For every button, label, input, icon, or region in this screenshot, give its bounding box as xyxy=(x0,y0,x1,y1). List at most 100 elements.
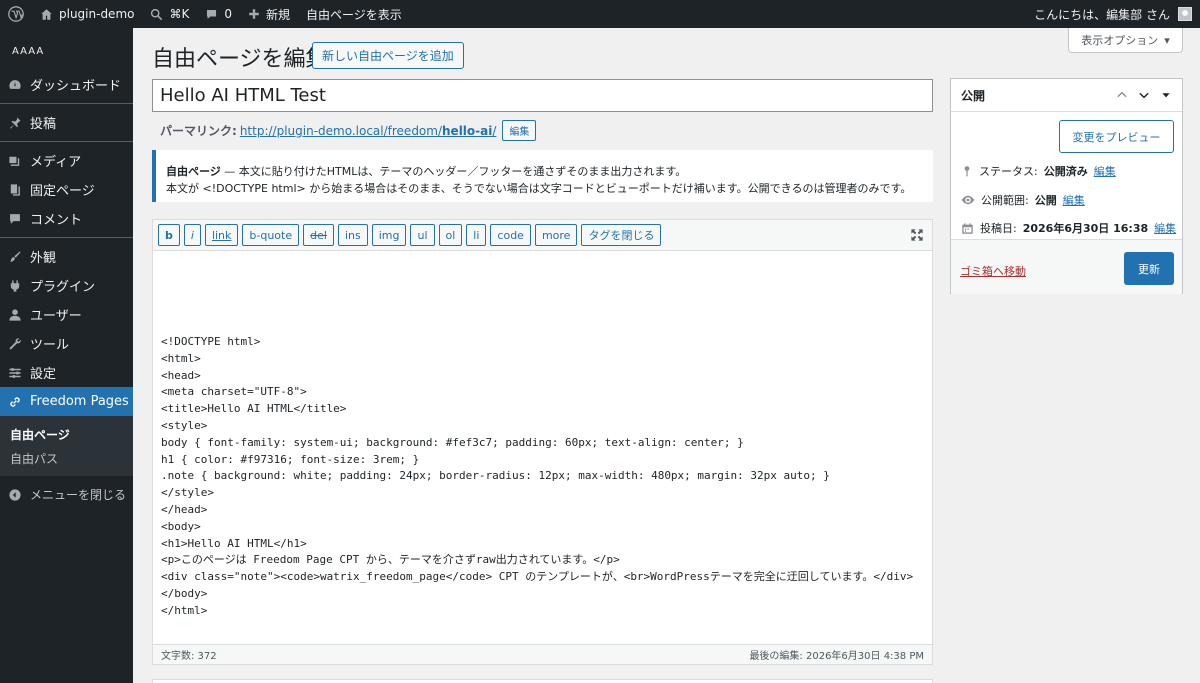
site-name: plugin-demo xyxy=(59,7,135,21)
qt-img-button[interactable]: img xyxy=(371,224,407,246)
search-icon xyxy=(151,8,163,20)
qt-blockquote-button[interactable]: b-quote xyxy=(242,224,300,246)
menu-tools[interactable]: ツール xyxy=(0,329,133,358)
page-title: 自由ページを編集 xyxy=(152,47,328,72)
move-to-trash-link[interactable]: ゴミ箱へ移動 xyxy=(960,263,1026,279)
new-content-link[interactable]: 新規 xyxy=(240,0,298,28)
notice-line-2: 本文が <!DOCTYPE html> から始まる場合はそのまま、そうでない場合… xyxy=(166,182,912,195)
menu-users[interactable]: ユーザー xyxy=(0,300,133,329)
screen-options-button[interactable]: 表示オプション ▾ xyxy=(1068,28,1183,53)
submenu-freedom-page[interactable]: 自由ページ xyxy=(0,422,133,446)
preview-changes-button[interactable]: 変更をプレビュー xyxy=(1059,120,1174,153)
greeting: こんにちは、編集部 さん xyxy=(1034,7,1170,22)
permalink-label: パーマリンク: xyxy=(160,124,237,138)
qt-close-tags-button[interactable]: タグを閉じる xyxy=(581,224,662,246)
next-metabox-edge xyxy=(152,679,933,683)
dashboard-icon xyxy=(8,78,22,92)
post-title-input[interactable]: Hello AI HTML Test xyxy=(152,79,933,112)
menu-comments[interactable]: コメント xyxy=(0,204,133,233)
notice-title: 自由ページ xyxy=(166,165,221,178)
menu-pages[interactable]: 固定ページ xyxy=(0,175,133,204)
menu-posts[interactable]: 投稿 xyxy=(0,108,133,137)
comment-icon xyxy=(8,212,22,226)
post-status-row: ステータス: 公開済み 編集 xyxy=(961,163,1116,179)
qt-li-button[interactable]: li xyxy=(466,224,487,246)
quicktags-toolbar: b i link b-quote del ins img ul ol li co… xyxy=(153,220,932,251)
admin-bar: plugin-demo ⌘K 0 新規 自由ページを表示 こんにちは、編集部 さ… xyxy=(0,0,1200,28)
qt-ul-button[interactable]: ul xyxy=(410,224,435,246)
collapse-icon xyxy=(8,488,22,502)
comments-link[interactable]: 0 xyxy=(197,0,240,28)
settings-icon xyxy=(8,366,22,380)
new-label: 新規 xyxy=(266,7,291,22)
qt-link-button[interactable]: link xyxy=(204,224,239,246)
comments-count: 0 xyxy=(224,7,232,21)
date-edit-link[interactable]: 編集 xyxy=(1154,220,1176,236)
qt-code-button[interactable]: code xyxy=(490,224,531,246)
permalink-row: パーマリンク: http://plugin-demo.local/freedom… xyxy=(160,120,537,141)
avatar xyxy=(1178,7,1192,21)
content-textarea[interactable]: <!DOCTYPE html> <html> <head> <meta char… xyxy=(153,251,932,646)
view-page-link[interactable]: 自由ページを表示 xyxy=(298,0,410,28)
menu-settings[interactable]: 設定 xyxy=(0,358,133,387)
link-icon xyxy=(8,395,22,409)
pin-icon xyxy=(964,166,970,177)
permalink-edit-button[interactable]: 編集 xyxy=(502,120,537,141)
chevron-up-icon[interactable] xyxy=(1116,89,1128,101)
status-edit-link[interactable]: 編集 xyxy=(1094,163,1116,179)
site-name-link[interactable]: plugin-demo xyxy=(32,0,142,28)
caret-down-icon[interactable] xyxy=(1160,89,1172,101)
media-icon xyxy=(8,154,22,168)
calendar-icon xyxy=(962,222,973,234)
shortcut-label: ⌘K xyxy=(169,7,190,21)
caret-down-icon: ▾ xyxy=(1164,33,1170,47)
last-edited: 最後の編集: 2026年6月30日 4:38 PM xyxy=(749,651,924,662)
qt-ol-button[interactable]: ol xyxy=(438,224,463,246)
freedom-pages-submenu: 自由ページ 自由パス xyxy=(0,416,133,476)
publish-metabox: 公開 変更をプレビュー ステータス: 公開済み 編集 公開範囲: 公開 編集 投稿日… xyxy=(950,78,1183,294)
qt-ins-button[interactable]: ins xyxy=(337,224,368,246)
home-icon xyxy=(41,8,52,20)
menu-separator xyxy=(0,103,133,104)
menu-dashboard[interactable]: ダッシュボード xyxy=(0,70,133,99)
menu-plugins[interactable]: プラグイン xyxy=(0,271,133,300)
menu-freedom-pages[interactable]: Freedom Pages xyxy=(0,387,133,416)
qt-more-button[interactable]: more xyxy=(534,224,578,246)
chevron-down-icon[interactable] xyxy=(1138,89,1150,101)
command-palette[interactable]: ⌘K xyxy=(142,0,197,28)
text-editor: b i link b-quote del ins img ul ol li co… xyxy=(152,219,933,665)
publish-header: 公開 xyxy=(951,79,1182,112)
info-notice: 自由ページ — 本文に貼り付けたHTMLは、テーマのヘッダー／フッターを通さずそ… xyxy=(152,150,933,202)
qt-bold-button[interactable]: b xyxy=(158,224,180,246)
page-icon xyxy=(8,183,22,197)
publish-actions: ゴミ箱へ移動 更新 xyxy=(951,239,1182,294)
visibility-edit-link[interactable]: 編集 xyxy=(1063,192,1085,208)
wordpress-logo-icon[interactable] xyxy=(0,0,32,28)
publish-title: 公開 xyxy=(961,88,986,103)
qt-del-button[interactable]: del xyxy=(303,224,334,246)
publish-date-row: 投稿日: 2026年6月30日 16:38 編集 xyxy=(961,220,1176,236)
wrench-icon xyxy=(8,337,22,351)
menu-appearance[interactable]: 外観 xyxy=(0,242,133,271)
collapse-menu-button[interactable]: メニューを閉じる xyxy=(0,480,133,509)
menu-media[interactable]: メディア xyxy=(0,146,133,175)
menu-separator xyxy=(0,237,133,238)
permalink-link[interactable]: http://plugin-demo.local/freedom/hello-a… xyxy=(240,124,497,138)
menu-separator xyxy=(0,141,133,142)
site-label: AAAA xyxy=(12,46,45,57)
comment-icon xyxy=(207,9,217,19)
plus-icon xyxy=(249,9,259,19)
add-new-button[interactable]: 新しい自由ページを追加 xyxy=(312,42,464,69)
eye-icon xyxy=(961,195,975,205)
user-icon xyxy=(8,308,22,322)
visibility-row: 公開範囲: 公開 編集 xyxy=(961,192,1085,208)
notice-line-1: — 本文に貼り付けたHTMLは、テーマのヘッダー／フッターを通さずそのまま出力さ… xyxy=(220,165,687,178)
word-count: 文字数: 372 xyxy=(161,651,217,662)
qt-italic-button[interactable]: i xyxy=(183,224,201,246)
editor-status-bar: 文字数: 372 最後の編集: 2026年6月30日 4:38 PM xyxy=(153,644,932,664)
plugin-icon xyxy=(8,279,22,293)
fullscreen-icon[interactable] xyxy=(910,228,924,246)
submenu-freedom-path[interactable]: 自由パス xyxy=(0,446,133,470)
my-account[interactable]: こんにちは、編集部 さん xyxy=(1034,6,1200,23)
update-button[interactable]: 更新 xyxy=(1124,252,1174,285)
